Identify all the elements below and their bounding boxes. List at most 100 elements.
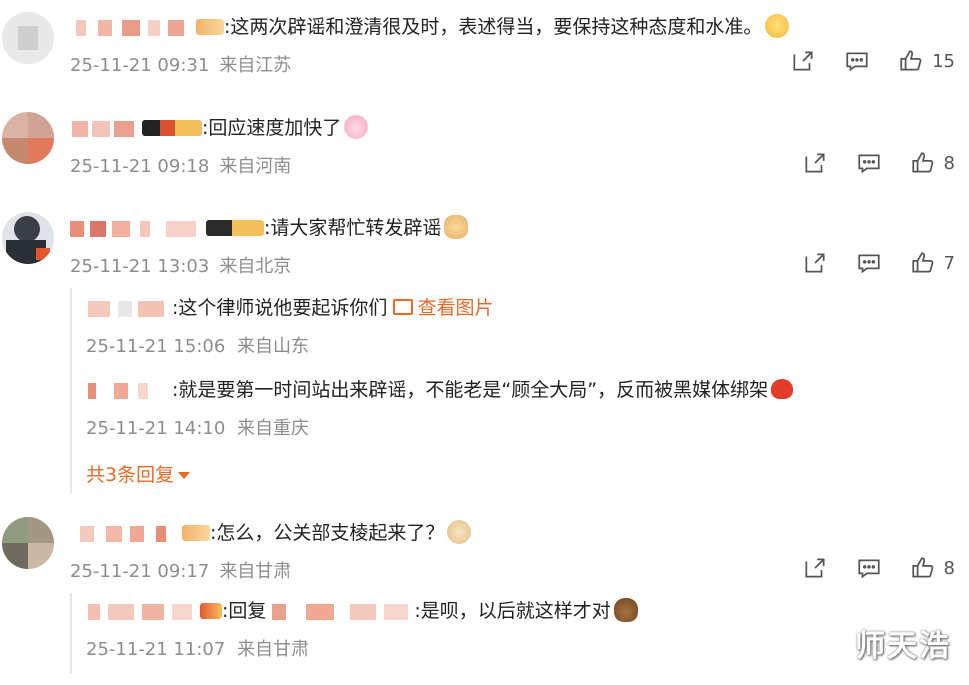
like-count: 8 [943,557,955,579]
comment-icon [857,254,880,274]
thumbs-up-icon [911,252,933,273]
member-badge-icon [182,524,210,541]
comment-icon [857,559,880,579]
thumbs-up-icon [911,557,933,578]
reply-text: :这个律师说他要起诉你们 [172,297,388,319]
reply-meta: 25-11-21 15:06 来自山东 [86,332,793,358]
comment-time: 25-11-21 09:18 [70,156,210,177]
share-button[interactable] [802,555,828,581]
share-icon [805,153,825,173]
comment-item: :回应速度加快了 25-11-21 09:18 来自河南 8 [0,100,969,200]
reply-location: 来自山东 [237,336,310,357]
comment-text: :这两次辟谣和澄清很及时，表述得当，要保持这种态度和水准。 [224,16,763,38]
share-icon [805,558,825,578]
reply-button[interactable] [844,48,870,74]
poop-emoji [613,597,638,622]
comment-location: 来自北京 [219,256,292,277]
username[interactable] [70,525,178,542]
more-replies-link[interactable]: 共3条回复 [86,460,793,487]
like-button[interactable]: 8 [910,150,955,176]
reply-text-line: :这个律师说他要起诉你们 查看图片 [86,292,793,324]
comment-text: :怎么，公关部支棱起来了？ [210,522,445,544]
comment-actions: 15 [762,48,955,74]
reply-time: 25-11-21 15:06 [86,336,226,357]
comment-location: 来自甘肃 [219,561,292,582]
username[interactable] [86,382,172,399]
reply-location: 来自重庆 [237,418,310,439]
image-icon [393,298,414,315]
reply-button[interactable] [856,150,882,176]
reply-text-line: :就是要第一时间站出来辟谣，不能老是“顾全大局”，反而被黑媒体绑架 [86,374,794,406]
username[interactable] [70,120,138,137]
comment-text-line: :怎么，公关部支棱起来了？ [70,517,472,549]
avatar[interactable] [2,212,54,264]
doge-emoji [447,519,472,544]
comment-time: 25-11-21 09:17 [70,561,210,582]
username[interactable] [86,300,172,317]
like-button[interactable]: 7 [910,250,955,276]
view-image-label: 查看图片 [417,297,494,319]
username[interactable] [86,603,196,620]
thumbs-up-icon [911,152,933,173]
comment-actions: 8 [774,555,955,581]
reply-button[interactable] [856,555,882,581]
comment-meta: 25-11-21 09:18 来自河南 [70,152,291,178]
reply-prefix: :回复 [222,600,267,622]
reply-location: 来自甘肃 [237,639,310,660]
comment-text: :请大家帮忙转发辟谣 [264,217,442,239]
comment-actions: 8 [774,150,955,176]
heart-emoji [771,378,794,399]
comment-icon [846,52,868,72]
like-button[interactable]: 8 [910,555,955,581]
avatar[interactable] [2,12,54,64]
comment-item: :这两次辟谣和澄清很及时，表述得当，要保持这种态度和水准。 25-11-21 0… [0,0,969,100]
like-count: 15 [932,50,955,72]
comment-text-line: :这两次辟谣和澄清很及时，表述得当，要保持这种态度和水准。 [70,11,790,43]
comment-meta: 25-11-21 09:31 来自江苏 [70,51,291,77]
comment-location: 来自江苏 [219,55,292,76]
pray-emoji [444,214,469,239]
comment-actions: 7 [774,250,955,276]
member-badge-icon [200,602,222,619]
more-replies-label: 共3条回复 [86,464,175,486]
reply-meta: 25-11-21 14:10 来自重庆 [86,414,793,440]
share-button[interactable] [802,150,828,176]
comment-text-line: :请大家帮忙转发辟谣 [70,212,469,244]
username[interactable] [70,19,192,36]
comment-meta: 25-11-21 13:03 来自北京 [70,252,291,278]
comment-item: :怎么，公关部支棱起来了？ 25-11-21 09:17 来自甘肃 8 :回复 [0,505,969,685]
comment-time: 25-11-21 13:03 [70,256,210,277]
share-icon [793,51,813,71]
blush-emoji [765,13,790,38]
comment-location: 来自河南 [219,156,292,177]
view-image-link[interactable]: 查看图片 [393,297,493,319]
share-button[interactable] [790,48,816,74]
bunny-emoji [344,114,369,139]
comment-item: :请大家帮忙转发辟谣 25-11-21 13:03 来自北京 7 :这个律师说他要… [0,200,969,500]
member-badge-icon [142,119,202,136]
avatar[interactable] [2,112,54,164]
username[interactable] [70,220,202,237]
mentioned-username[interactable] [266,603,414,620]
avatar[interactable] [2,517,54,569]
reply-list: :回复 :是呗，以后就这样才对 25-11-21 11:07 来自甘肃 [70,593,638,673]
reply-text-line: :回复 :是呗，以后就这样才对 [86,595,638,627]
comment-meta: 25-11-21 09:17 来自甘肃 [70,557,291,583]
reply-time: 25-11-21 11:07 [86,639,226,660]
like-button[interactable]: 15 [898,48,955,74]
comment-text-line: :回应速度加快了 [70,112,369,144]
like-count: 7 [943,252,955,274]
like-count: 8 [943,152,955,174]
share-icon [805,253,825,273]
watermark: 师天浩 [855,629,951,664]
reply-text: :是呗，以后就这样才对 [414,600,611,622]
share-button[interactable] [802,250,828,276]
reply-meta: 25-11-21 11:07 来自甘肃 [86,635,638,661]
comment-text: :回应速度加快了 [202,117,342,139]
member-badge-icon [196,18,224,35]
reply-list: :这个律师说他要起诉你们 查看图片 25-11-21 15:06 来自山东 :就… [70,288,794,493]
reply-button[interactable] [856,250,882,276]
member-badge-icon [206,219,264,236]
reply-text: :就是要第一时间站出来辟谣，不能老是“顾全大局”，反而被黑媒体绑架 [172,379,769,401]
comment-icon [857,154,880,174]
